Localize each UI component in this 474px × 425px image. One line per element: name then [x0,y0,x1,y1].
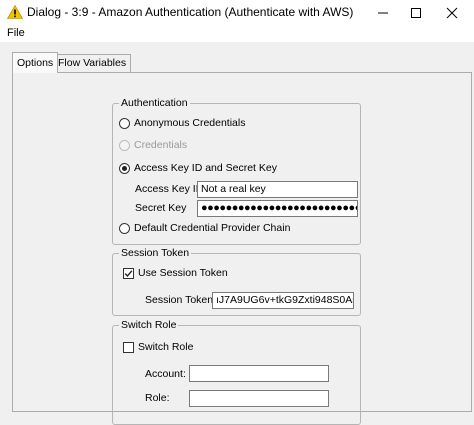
switch-role-group: Switch Role Switch Role Account: Role: [112,319,361,425]
title-bar[interactable]: Dialog - 3:9 - Amazon Authentication (Au… [0,0,474,25]
default-chain-radio[interactable] [119,223,130,234]
session-token-group: Session Token Use Session Token Session … [112,247,361,316]
use-session-token-checkbox[interactable] [123,268,134,279]
anonymous-credentials-label: Anonymous Credentials [134,117,246,129]
window-title: Dialog - 3:9 - Amazon Authentication (Au… [27,5,354,19]
tab-flow-variables[interactable]: Flow Variables [53,54,132,72]
session-token-input[interactable]: ıJ7A9UG6v+tkG9Zxti948S0Aslqo [212,292,354,309]
switch-role-checkbox-label: Switch Role [138,341,194,353]
maximize-icon [411,8,421,18]
session-token-group-title: Session Token [119,247,192,259]
account-label: Account: [145,368,186,380]
menu-bar: File [0,25,474,42]
access-key-label: Access Key ID and Secret Key [134,162,277,174]
anonymous-credentials-radio[interactable] [119,118,130,129]
access-key-id-input[interactable]: Not a real key [197,181,358,198]
maximize-button[interactable] [400,0,432,25]
credentials-label: Credentials [134,139,188,151]
minimize-button[interactable] [367,0,399,25]
switch-role-checkbox[interactable] [123,342,134,353]
role-label: Role: [145,392,170,404]
checkmark-icon [124,270,133,278]
menu-file[interactable]: File [7,27,25,39]
credentials-radio[interactable] [119,140,130,151]
switch-role-group-title: Switch Role [119,319,179,331]
access-key-radio[interactable] [119,163,130,174]
default-chain-label: Default Credential Provider Chain [134,222,291,234]
warning-icon [7,5,23,19]
access-key-id-label: Access Key ID [135,183,204,195]
close-icon [446,7,458,19]
authentication-group-title: Authentication [119,97,190,109]
secret-key-label: Secret Key [135,202,187,214]
tab-options[interactable]: Options [12,52,59,73]
secret-key-input[interactable]: ●●●●●●●●●●●●●●●●●●●●●●●●●●●●●●●●●●● [197,200,358,217]
authentication-group: Authentication Anonymous Credentials Cre… [112,97,361,245]
use-session-token-label: Use Session Token [138,267,228,279]
options-panel: Authentication Anonymous Credentials Cre… [12,72,472,425]
account-input[interactable] [189,365,329,382]
minimize-icon [378,12,388,14]
role-input[interactable] [189,390,329,407]
session-token-label: Session Token: [145,294,217,306]
close-button[interactable] [436,0,468,25]
